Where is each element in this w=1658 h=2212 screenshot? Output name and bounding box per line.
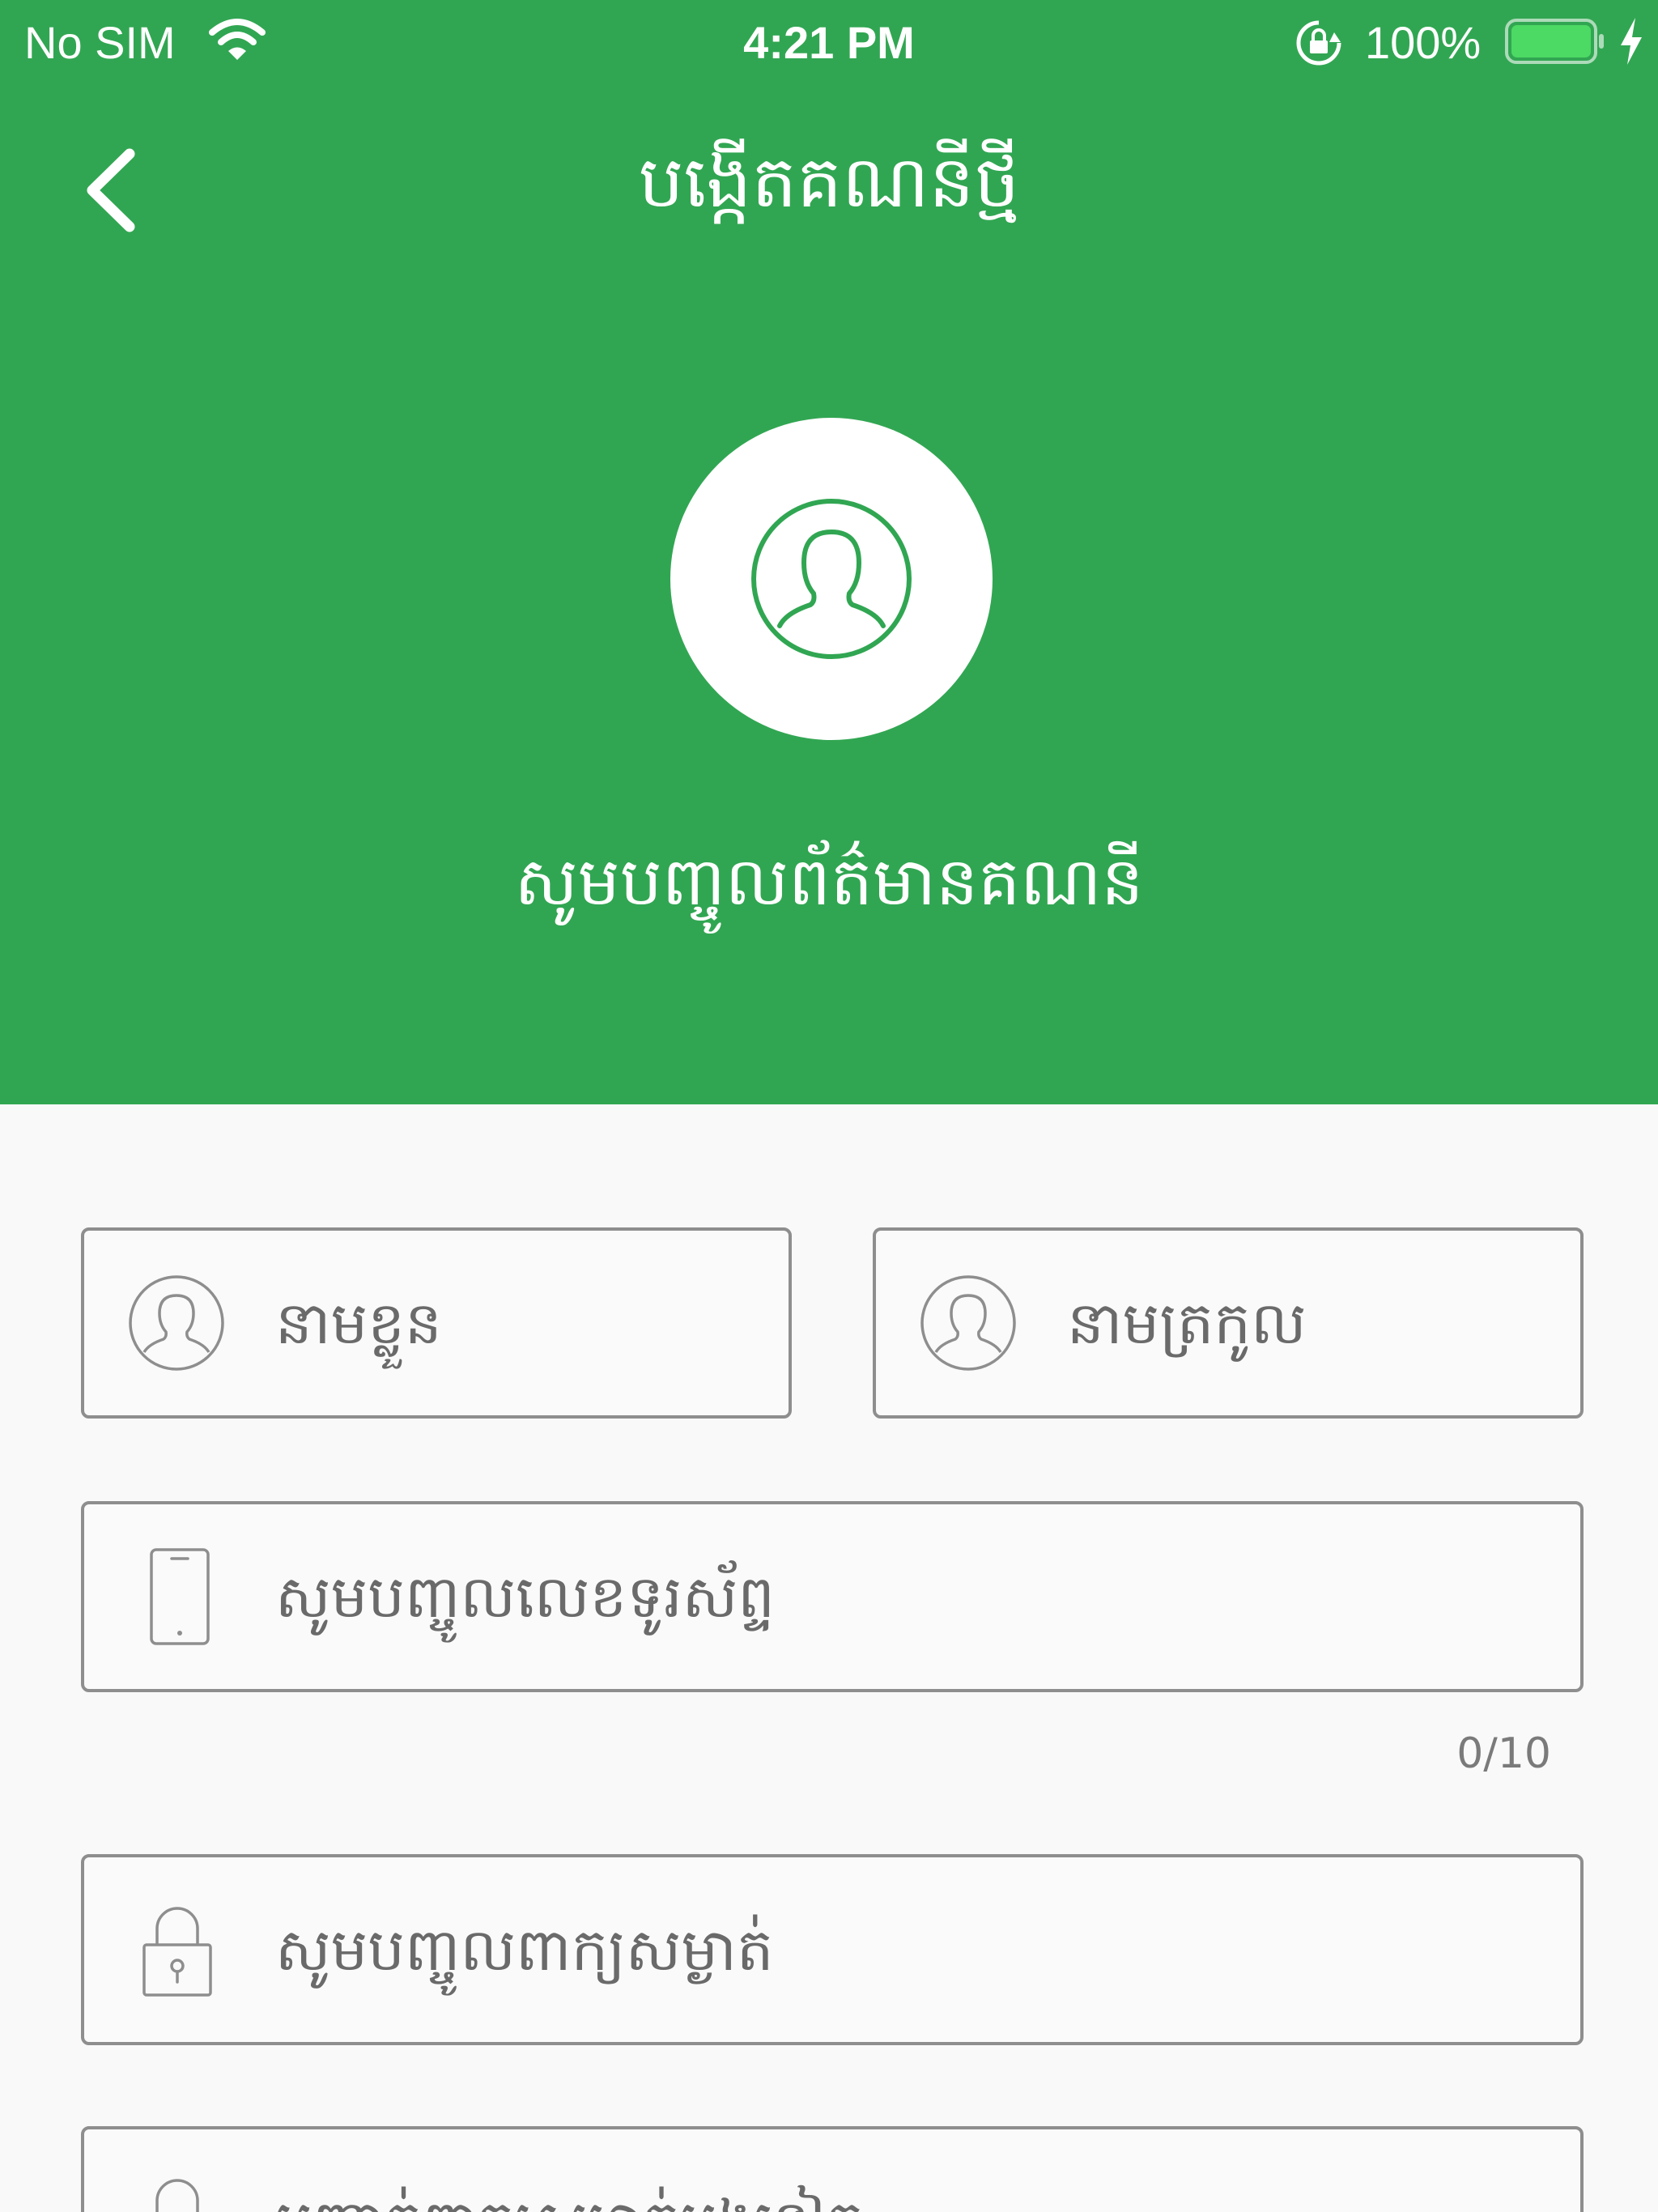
- phone-placeholder: សូមបញ្ចូលលេខទូរស័ព្ទ: [275, 1563, 775, 1631]
- phone-icon: [150, 1548, 210, 1645]
- battery-percent: 100%: [1365, 17, 1482, 68]
- rotation-lock-icon: [1296, 20, 1341, 66]
- avatar-button[interactable]: [670, 418, 993, 740]
- battery-icon: [1505, 19, 1604, 64]
- header: No SIM 4:21 PM 100% បង្កើតគណនីថ្មី សូមបញ…: [0, 0, 1658, 1104]
- password-placeholder: សូមបញ្ចូលពាក្យសម្ងាត់: [275, 1916, 774, 1984]
- last-name-placeholder: នាមត្រកូល: [1067, 1289, 1307, 1357]
- create-account-screen: No SIM 4:21 PM 100% បង្កើតគណនីថ្មី សូមបញ…: [0, 0, 1658, 2212]
- phone-field[interactable]: សូមបញ្ចូលលេខទូរស័ព្ទ: [81, 1501, 1584, 1692]
- header-subtitle: សូមបញ្ចូលព័ត៌មានគណនី: [514, 844, 1144, 921]
- first-name-field[interactable]: នាមខ្លួន: [81, 1227, 792, 1419]
- first-name-placeholder: នាមខ្លួន: [275, 1289, 442, 1357]
- user-icon: [920, 1275, 1016, 1371]
- last-name-field[interactable]: នាមត្រកូល: [873, 1227, 1584, 1419]
- lock-icon: [155, 2179, 199, 2212]
- confirm-password-placeholder: បញ្ជាក់ពាក្យសម្ងាត់ម្តងទៀត: [275, 2129, 864, 2212]
- user-profile-icon: [751, 499, 912, 659]
- lock-icon: [142, 1907, 212, 1997]
- phone-char-counter: 0/10: [1456, 1729, 1551, 1778]
- page-title: បង្កើតគណនីថ្មី: [638, 140, 1020, 223]
- user-icon: [129, 1275, 224, 1371]
- password-field[interactable]: សូមបញ្ចូលពាក្យសម្ងាត់: [81, 1854, 1584, 2045]
- status-bar: No SIM 4:21 PM 100%: [0, 0, 1658, 84]
- confirm-password-field[interactable]: បញ្ជាក់ពាក្យសម្ងាត់ម្តងទៀត: [81, 2126, 1584, 2212]
- charging-bolt-icon: [1621, 18, 1642, 65]
